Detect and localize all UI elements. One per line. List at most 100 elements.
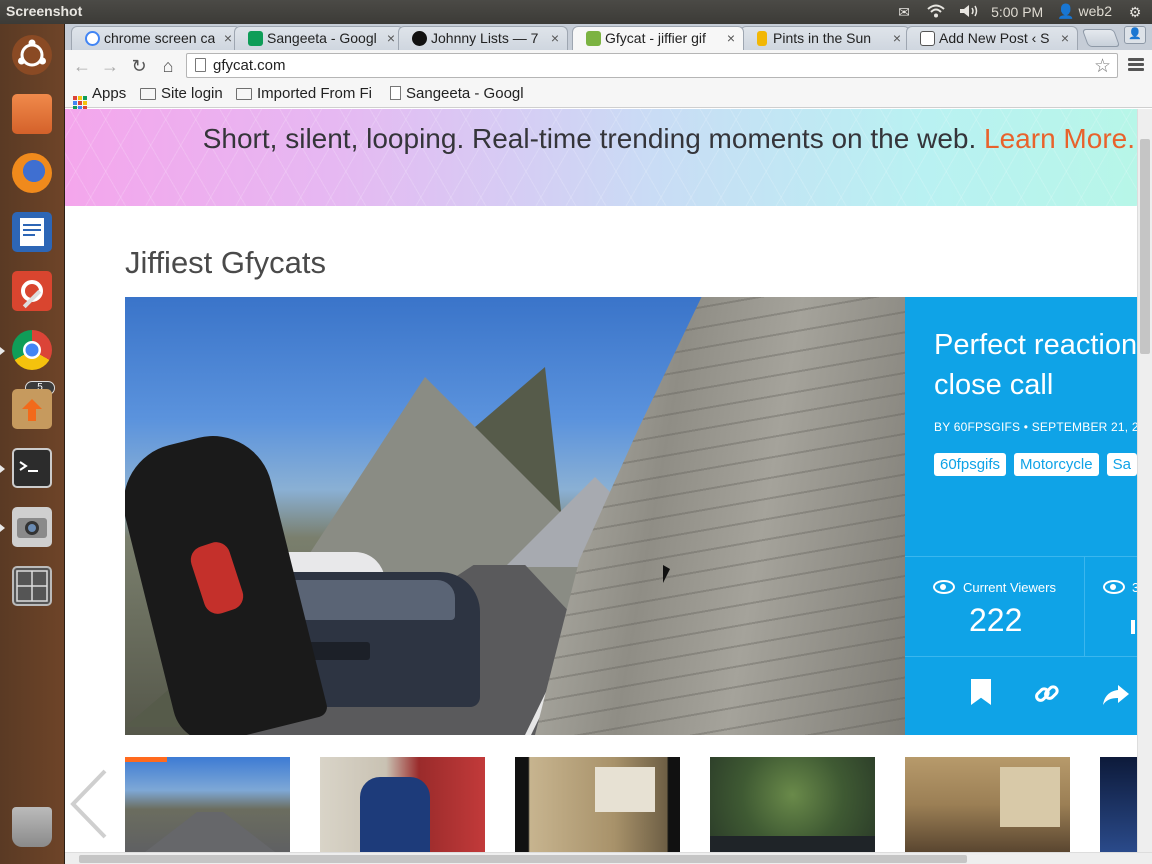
running-indicator bbox=[0, 347, 5, 355]
copy-link-button[interactable] bbox=[1033, 679, 1061, 709]
firefox-icon bbox=[12, 153, 52, 193]
launcher-dash-button[interactable] bbox=[7, 30, 57, 80]
tab-gfycat[interactable]: Gfycat - jiffier gif × bbox=[572, 26, 744, 50]
tab-pints-in-the-sun[interactable]: Pints in the Sun × bbox=[740, 26, 910, 50]
close-icon[interactable]: × bbox=[551, 30, 559, 46]
tag-pill[interactable]: 60fpsgifs bbox=[934, 453, 1007, 476]
gfycat-favicon bbox=[586, 31, 601, 46]
current-viewers-stat: Current Viewers 222 bbox=[905, 557, 1085, 656]
gif-carousel bbox=[65, 757, 1137, 852]
carousel-thumbnail[interactable] bbox=[710, 757, 875, 852]
close-icon[interactable]: × bbox=[727, 30, 735, 46]
gif-title[interactable]: Perfect reaction close call bbox=[934, 325, 1137, 405]
bookmark-sangeeta[interactable]: Sangeeta - Googl bbox=[390, 85, 527, 102]
menu-hamburger-icon[interactable] bbox=[1128, 56, 1144, 74]
ubuntu-logo-icon bbox=[12, 35, 52, 75]
running-indicator bbox=[0, 465, 5, 473]
carousel-thumbnail[interactable] bbox=[125, 757, 290, 852]
thumbnail-road bbox=[145, 812, 275, 852]
unity-launcher: 5 bbox=[0, 24, 65, 864]
back-arrow-icon[interactable]: ← bbox=[72, 56, 92, 76]
bookmark-apps[interactable]: Apps bbox=[73, 85, 126, 110]
volume-icon[interactable] bbox=[959, 4, 978, 20]
featured-gif-info-panel: Perfect reaction close call BY 60FPSGIFS… bbox=[905, 297, 1137, 735]
address-bar[interactable]: ☆ bbox=[186, 53, 1118, 78]
gif-author[interactable]: BY 60FPSGIFS bbox=[934, 420, 1020, 434]
tag-pill[interactable]: Motorcycle bbox=[1014, 453, 1099, 476]
package-update-icon bbox=[12, 389, 52, 429]
launcher-files-button[interactable] bbox=[7, 89, 57, 139]
close-icon[interactable]: × bbox=[1061, 30, 1069, 46]
close-icon[interactable]: × bbox=[387, 30, 395, 46]
tab-add-new-post[interactable]: Add New Post ‹ S × bbox=[906, 26, 1078, 50]
scrollbar-thumb[interactable] bbox=[1140, 139, 1150, 354]
launcher-chrome-button[interactable] bbox=[0, 325, 57, 375]
launcher-screenshot-button[interactable] bbox=[0, 502, 57, 552]
featured-gif-player[interactable] bbox=[125, 297, 905, 735]
carousel-thumbnail[interactable] bbox=[515, 757, 680, 852]
learn-more-link[interactable]: Learn More. bbox=[984, 123, 1135, 154]
bookmark-site-login[interactable]: Site login bbox=[140, 85, 223, 102]
new-tab-button[interactable] bbox=[1081, 29, 1121, 47]
camera-icon bbox=[12, 507, 52, 547]
scrollbar-thumb[interactable] bbox=[79, 855, 967, 863]
folder-icon bbox=[12, 94, 52, 134]
tab-johnny-lists[interactable]: Johnny Lists — 7 × bbox=[398, 26, 568, 50]
chrome-icon bbox=[12, 330, 52, 370]
tab-strip: chrome screen ca × Sangeeta - Googl × Jo… bbox=[65, 24, 1152, 50]
google-favicon bbox=[85, 31, 100, 46]
gear-icon[interactable]: ⚙ bbox=[1126, 4, 1144, 20]
horizontal-scrollbar[interactable] bbox=[65, 852, 1152, 864]
bookmark-button[interactable] bbox=[967, 679, 995, 709]
tab-label: Johnny Lists — 7 bbox=[431, 30, 539, 46]
launcher-settings-button[interactable] bbox=[7, 266, 57, 316]
launcher-terminal-button[interactable] bbox=[0, 443, 57, 493]
tab-label: chrome screen ca bbox=[104, 30, 216, 46]
carousel-thumbnail[interactable] bbox=[905, 757, 1070, 852]
launcher-trash-button[interactable] bbox=[7, 802, 57, 852]
close-icon[interactable]: × bbox=[893, 30, 901, 46]
site-favicon bbox=[920, 31, 935, 46]
launcher-writer-button[interactable] bbox=[7, 207, 57, 257]
bookmark-imported-folder[interactable]: Imported From Fi bbox=[236, 85, 376, 102]
bookmark-label: Apps bbox=[92, 85, 127, 102]
launcher-workspaces-button[interactable] bbox=[7, 561, 57, 611]
tab-sangeeta-google-sheet[interactable]: Sangeeta - Googl × bbox=[234, 26, 404, 50]
mouse-cursor-icon bbox=[663, 565, 670, 583]
system-tray: ✉ 5:00 PM 👤 web2 ⚙ bbox=[895, 3, 1144, 20]
eye-icon bbox=[933, 580, 955, 594]
mail-icon[interactable]: ✉ bbox=[895, 4, 913, 20]
vertical-scrollbar[interactable] bbox=[1137, 109, 1152, 852]
banner-tagline: Short, silent, looping. Real-time trendi… bbox=[202, 123, 977, 154]
gif-title-line: Perfect reaction bbox=[934, 329, 1137, 361]
folder-icon bbox=[140, 88, 156, 100]
reload-icon[interactable]: ↻ bbox=[129, 56, 149, 76]
tab-chrome-screen-capture[interactable]: chrome screen ca × bbox=[71, 26, 241, 50]
stat-value: 222 bbox=[969, 602, 1023, 638]
gif-date: SEPTEMBER 21, 20 bbox=[1031, 420, 1137, 434]
browser-toolbar: ← → ↻ ⌂ ☆ bbox=[65, 50, 1152, 82]
home-icon[interactable]: ⌂ bbox=[158, 56, 178, 76]
terminal-icon bbox=[12, 448, 52, 488]
forward-arrow-icon[interactable]: → bbox=[100, 56, 120, 76]
tag-pill[interactable]: Sa bbox=[1106, 453, 1137, 476]
clock[interactable]: 5:00 PM bbox=[991, 4, 1043, 20]
carousel-thumbnail[interactable] bbox=[1100, 757, 1137, 852]
thumbnail-wall bbox=[595, 767, 655, 812]
url-input[interactable] bbox=[213, 56, 1073, 75]
link-icon bbox=[1035, 685, 1059, 702]
user-menu[interactable]: 👤 web2 bbox=[1057, 3, 1112, 20]
gif-stats: Current Viewers 222 3 bbox=[905, 556, 1137, 657]
apps-grid-icon bbox=[73, 96, 87, 110]
running-indicator bbox=[0, 524, 5, 532]
share-button[interactable] bbox=[1101, 679, 1129, 709]
banner-text: Short, silent, looping. Real-time trendi… bbox=[203, 123, 1135, 155]
launcher-updates-button[interactable]: 5 bbox=[7, 381, 57, 434]
carousel-thumbnail[interactable] bbox=[320, 757, 485, 852]
close-icon[interactable]: × bbox=[224, 30, 232, 46]
bookmark-star-icon[interactable]: ☆ bbox=[1094, 55, 1111, 78]
launcher-firefox-button[interactable] bbox=[7, 148, 57, 198]
profile-icon[interactable]: 👤 bbox=[1124, 26, 1146, 44]
wifi-icon[interactable] bbox=[927, 4, 945, 20]
active-window-title: Screenshot bbox=[6, 3, 83, 19]
